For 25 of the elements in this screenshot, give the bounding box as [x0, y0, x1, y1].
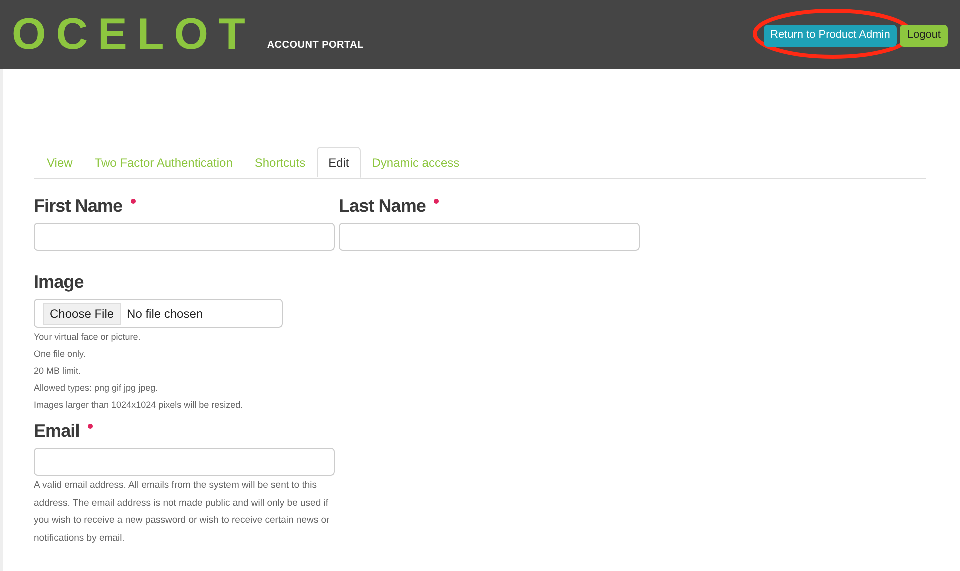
file-input[interactable]: Choose File No file chosen — [34, 299, 283, 328]
logo: OCELOT — [12, 12, 256, 56]
help-text: One file only. — [34, 348, 87, 361]
help-text: Your virtual face or picture. — [34, 331, 142, 344]
field-label: Last Name — [339, 195, 426, 217]
help-text: 20 MB limit. — [34, 365, 82, 378]
field-label: First Name — [34, 195, 123, 217]
tab[interactable]: Edit — [316, 147, 362, 178]
tab[interactable]: Shortcuts — [244, 147, 317, 178]
tab[interactable]: Two Factor Authentication — [84, 147, 244, 178]
email-field[interactable] — [34, 448, 335, 476]
logout-button[interactable]: Logout — [900, 24, 948, 47]
field-label: Image — [34, 271, 84, 293]
help-text: Images larger than 1024x1024 pixels will be resized. — [34, 399, 244, 412]
tab[interactable]: View — [36, 147, 84, 178]
text-field[interactable] — [339, 223, 640, 251]
field-label: Email — [34, 420, 80, 442]
file-status: No file chosen — [127, 306, 204, 322]
email-help-text: A valid email address. All emails from the system will be sent to this address. The email address is not made public and will only be used if you wish to receive a new password or wish to receive certain news or notifications by email. — [34, 479, 331, 546]
return-admin-button[interactable]: Return to Product Admin — [764, 24, 898, 47]
tab[interactable]: Dynamic access — [361, 147, 471, 178]
portal-subtitle: ACCOUNT PORTAL — [267, 38, 364, 52]
help-text: Allowed types: png gif jpg jpeg. — [34, 382, 160, 395]
choose-file-button[interactable]: Choose File — [43, 302, 122, 324]
text-field[interactable] — [34, 223, 335, 251]
